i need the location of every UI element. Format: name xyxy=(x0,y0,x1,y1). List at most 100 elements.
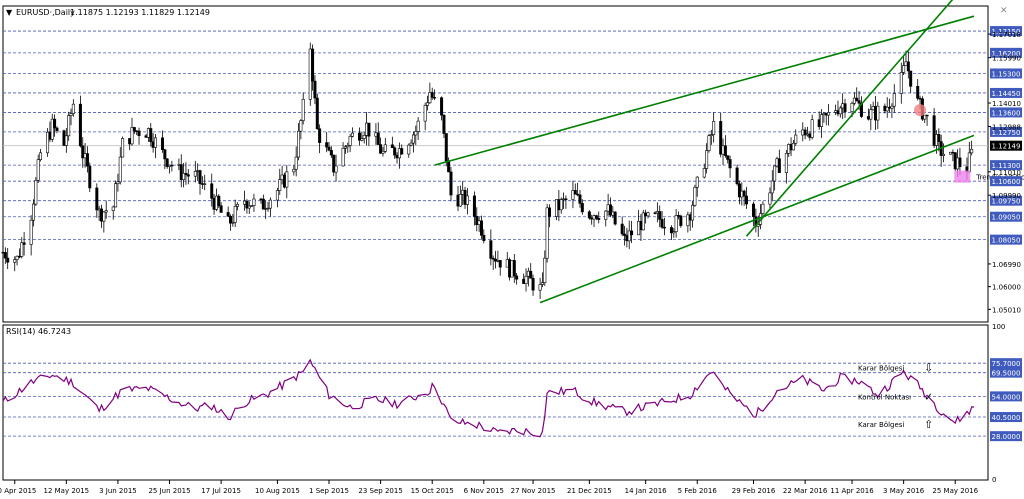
candle-body xyxy=(498,260,502,268)
candle-body xyxy=(522,278,526,284)
last-price-label: 1.12149 xyxy=(992,143,1021,151)
candle-body xyxy=(529,270,533,279)
candle-body xyxy=(104,210,108,213)
candle-body xyxy=(17,255,21,258)
candle-body xyxy=(587,211,591,219)
candle-body xyxy=(726,155,730,160)
candle-body xyxy=(693,187,697,206)
candle-body xyxy=(597,218,601,220)
level-label: 1.09050 xyxy=(992,214,1021,222)
candle-body xyxy=(282,174,286,188)
candle-body xyxy=(857,100,861,104)
candle-body xyxy=(630,230,634,236)
candle-body xyxy=(67,115,71,137)
candle-body xyxy=(789,144,793,151)
candle-body xyxy=(3,252,7,259)
candle-body xyxy=(381,150,385,154)
candle-body xyxy=(64,135,68,146)
candle-body xyxy=(510,260,514,278)
candle-body xyxy=(494,258,498,262)
rsi-level-label: 40.5000 xyxy=(992,414,1021,422)
candle xyxy=(46,128,50,157)
candle-body xyxy=(390,144,394,149)
candle-body xyxy=(102,211,106,222)
y-tick-label: 1.06000 xyxy=(992,284,1021,292)
menu-triangle-icon[interactable]: ▼ xyxy=(6,8,13,17)
candle-body xyxy=(658,211,662,220)
candle-body xyxy=(428,92,432,104)
y-tick-label: 1.14010 xyxy=(992,100,1021,108)
candle-body xyxy=(515,275,519,280)
candle-body xyxy=(301,99,305,121)
candle-body xyxy=(543,257,547,283)
candle-body xyxy=(130,127,134,145)
chart-header: ▼ EURUSD·,Daily 1.11875 1.12193 1.11829 … xyxy=(6,8,210,17)
rsi-annotation-label: Karar Bölgesi xyxy=(858,364,904,372)
candle-body xyxy=(676,215,680,217)
candle-body xyxy=(334,165,338,173)
close-icon[interactable]: ✕ xyxy=(1000,6,1008,16)
candle-body xyxy=(200,183,204,185)
candle-body xyxy=(805,133,809,136)
candle-body xyxy=(440,97,444,116)
candle-body xyxy=(226,212,230,217)
candle-body xyxy=(728,159,732,169)
x-tick-label: 3 Jun 2015 xyxy=(99,487,137,495)
break-point-marker xyxy=(914,104,927,117)
x-tick-label: 23 Sep 2015 xyxy=(358,487,402,495)
candle-body xyxy=(526,270,530,277)
candle-body xyxy=(775,158,779,167)
candle-body xyxy=(132,127,136,132)
candle-body xyxy=(820,114,824,127)
candle-body xyxy=(850,102,854,112)
candle-body xyxy=(261,198,265,210)
candle-body xyxy=(203,183,207,185)
candle-body xyxy=(165,158,169,167)
candle-body xyxy=(709,134,713,136)
candle xyxy=(693,184,697,207)
candle-body xyxy=(916,86,920,99)
bottom-point-marker xyxy=(954,170,971,183)
candle-body xyxy=(341,148,345,167)
candle-body xyxy=(177,164,181,166)
down-arrow-icon: ⇩ xyxy=(924,361,933,374)
candle-body xyxy=(360,138,364,141)
candle-body xyxy=(909,70,913,87)
x-tick-label: 6 Nov 2015 xyxy=(464,487,504,495)
candle-body xyxy=(198,170,202,184)
x-tick-label: 5 Feb 2016 xyxy=(678,487,718,495)
candle-body xyxy=(538,284,542,291)
candle-body xyxy=(644,212,648,217)
candle xyxy=(613,211,617,226)
candle-body xyxy=(95,187,99,211)
candle-body xyxy=(951,151,955,154)
candle-body xyxy=(611,211,615,216)
candle-body xyxy=(442,114,446,134)
x-tick-label: 17 Jul 2015 xyxy=(201,487,241,495)
candle-body xyxy=(873,106,877,121)
candle-body xyxy=(761,203,765,214)
candle-body xyxy=(752,203,756,217)
candle-body xyxy=(686,214,690,227)
candle-body xyxy=(934,134,938,146)
candle-body xyxy=(358,132,362,141)
candle-body xyxy=(477,220,481,225)
candle-body xyxy=(890,105,894,109)
candle-body xyxy=(719,121,723,155)
candle-body xyxy=(639,220,643,231)
level-label: 1.15300 xyxy=(992,70,1021,78)
candle-body xyxy=(604,210,608,220)
y-tick-label: 1.11010 xyxy=(992,169,1021,177)
candle-body xyxy=(409,142,413,146)
candle-body xyxy=(219,205,223,213)
candle-body xyxy=(393,147,397,156)
candle-body xyxy=(81,145,85,159)
candle-body xyxy=(472,195,476,217)
x-tick-label: 21 Dec 2015 xyxy=(567,487,612,495)
x-tick-label: 29 Feb 2016 xyxy=(732,487,776,495)
candle xyxy=(735,164,739,186)
candle-body xyxy=(97,208,101,211)
candle-body xyxy=(346,145,350,148)
candle-body xyxy=(179,164,183,180)
candle-body xyxy=(489,240,493,259)
